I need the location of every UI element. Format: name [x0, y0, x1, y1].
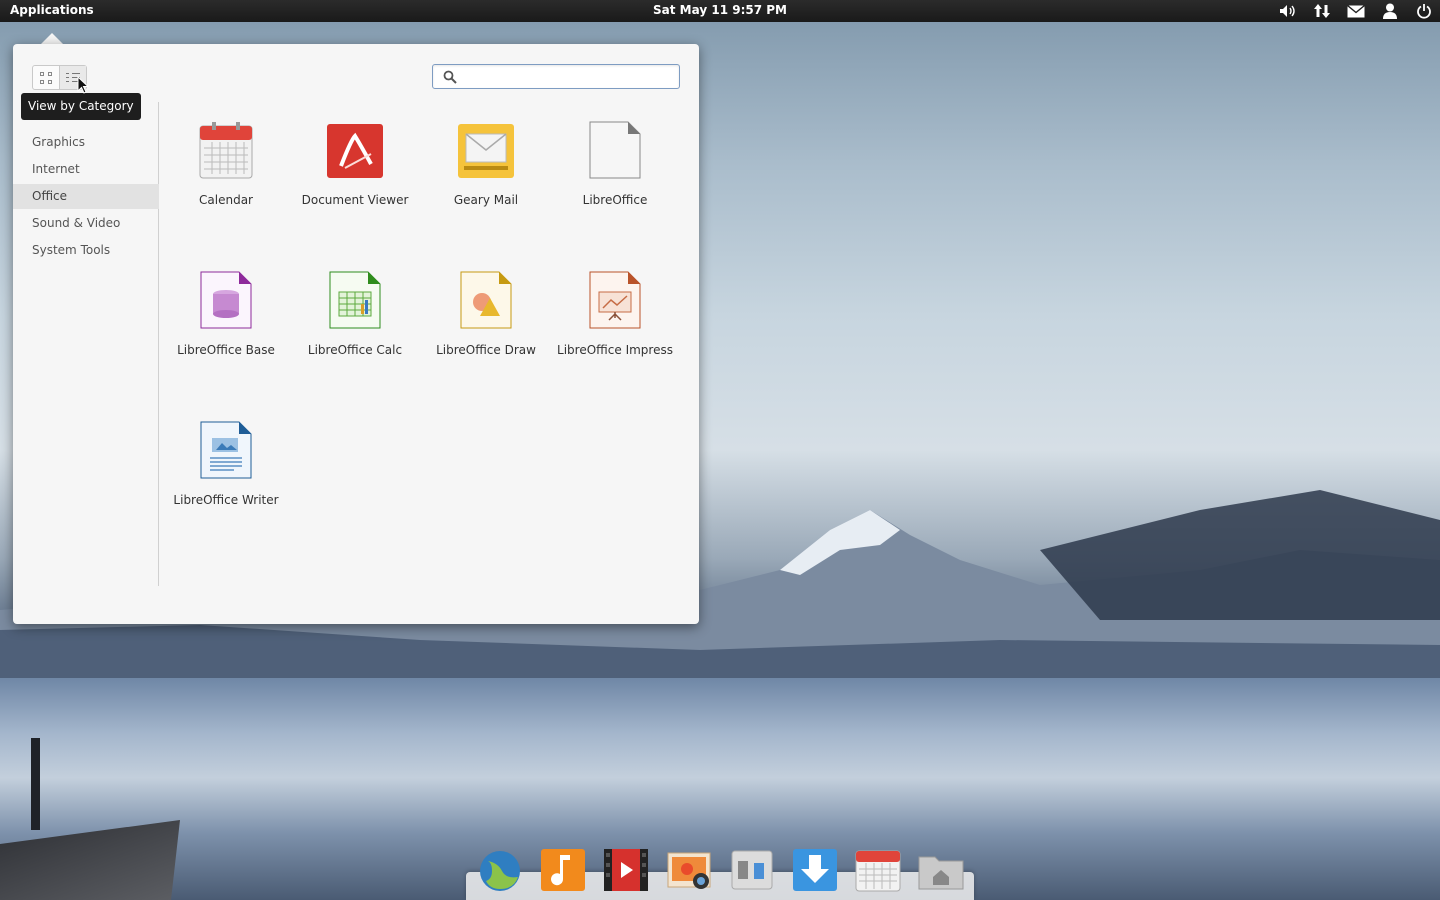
mouse-cursor-icon — [77, 76, 89, 94]
app-libreoffice-writer[interactable]: LibreOffice Writer — [162, 408, 290, 518]
files-icon[interactable] — [917, 845, 965, 893]
category-sidebar: Accessories Graphics Internet Office Sou… — [13, 102, 159, 586]
search-icon — [443, 70, 457, 84]
grid-view-button[interactable] — [33, 66, 59, 89]
app-label: Geary Mail — [453, 193, 519, 207]
app-label: Calendar — [199, 193, 253, 207]
libreoffice-icon — [589, 121, 641, 179]
app-label: LibreOffice Impress — [557, 343, 673, 357]
app-label: LibreOffice — [582, 193, 648, 207]
clock[interactable]: Sat May 11 9:57 PM — [0, 3, 1440, 17]
search-field[interactable] — [432, 64, 680, 89]
app-libreoffice-draw[interactable]: LibreOffice Draw — [422, 258, 550, 368]
libreoffice-writer-icon — [200, 421, 252, 479]
video-icon[interactable] — [602, 845, 650, 893]
app-label: Document Viewer — [301, 193, 409, 207]
search-input[interactable] — [459, 67, 673, 86]
calendar-icon — [199, 122, 253, 179]
power-icon[interactable] — [1414, 2, 1434, 20]
indicator-area — [1278, 0, 1434, 22]
libreoffice-impress-icon — [589, 271, 641, 329]
document-viewer-icon — [327, 124, 383, 178]
app-label: LibreOffice Draw — [436, 343, 536, 357]
app-label: LibreOffice Writer — [173, 493, 279, 507]
tooltip: View by Category — [21, 93, 141, 120]
pier-post-decoration — [31, 738, 40, 830]
lake-decoration — [0, 678, 1440, 900]
calendar-icon[interactable] — [854, 845, 902, 893]
category-system-tools[interactable]: System Tools — [13, 238, 159, 263]
photos-icon[interactable] — [665, 845, 713, 893]
mail-icon[interactable] — [1346, 2, 1366, 20]
app-document-viewer[interactable]: Document Viewer — [291, 108, 419, 218]
application-launcher: View by Category Accessories Graphics In… — [13, 44, 699, 624]
user-icon[interactable] — [1380, 2, 1400, 20]
category-office[interactable]: Office — [13, 184, 159, 209]
top-panel: Applications Sat May 11 9:57 PM — [0, 0, 1440, 22]
category-sound-video[interactable]: Sound & Video — [13, 211, 159, 236]
category-internet[interactable]: Internet — [13, 157, 159, 182]
app-libreoffice-calc[interactable]: LibreOffice Calc — [291, 258, 419, 368]
app-libreoffice-base[interactable]: LibreOffice Base — [162, 258, 290, 368]
volume-icon[interactable] — [1278, 2, 1298, 20]
libreoffice-base-icon — [200, 271, 252, 329]
app-libreoffice[interactable]: LibreOffice — [551, 108, 679, 218]
app-geary-mail[interactable]: Geary Mail — [422, 108, 550, 218]
app-libreoffice-impress[interactable]: LibreOffice Impress — [551, 258, 679, 368]
mail-icon — [458, 124, 514, 178]
app-calendar[interactable]: Calendar — [162, 108, 290, 218]
switchboard-icon[interactable] — [728, 845, 776, 893]
music-icon[interactable] — [539, 845, 587, 893]
app-label: LibreOffice Calc — [307, 343, 403, 357]
category-graphics[interactable]: Graphics — [13, 130, 159, 155]
app-label: LibreOffice Base — [177, 343, 275, 357]
browser-icon[interactable] — [476, 845, 524, 893]
libreoffice-calc-icon — [329, 271, 381, 329]
grid-view-icon — [40, 71, 52, 84]
network-icon[interactable] — [1312, 2, 1332, 20]
software-icon[interactable] — [791, 845, 839, 893]
libreoffice-draw-icon — [460, 271, 512, 329]
